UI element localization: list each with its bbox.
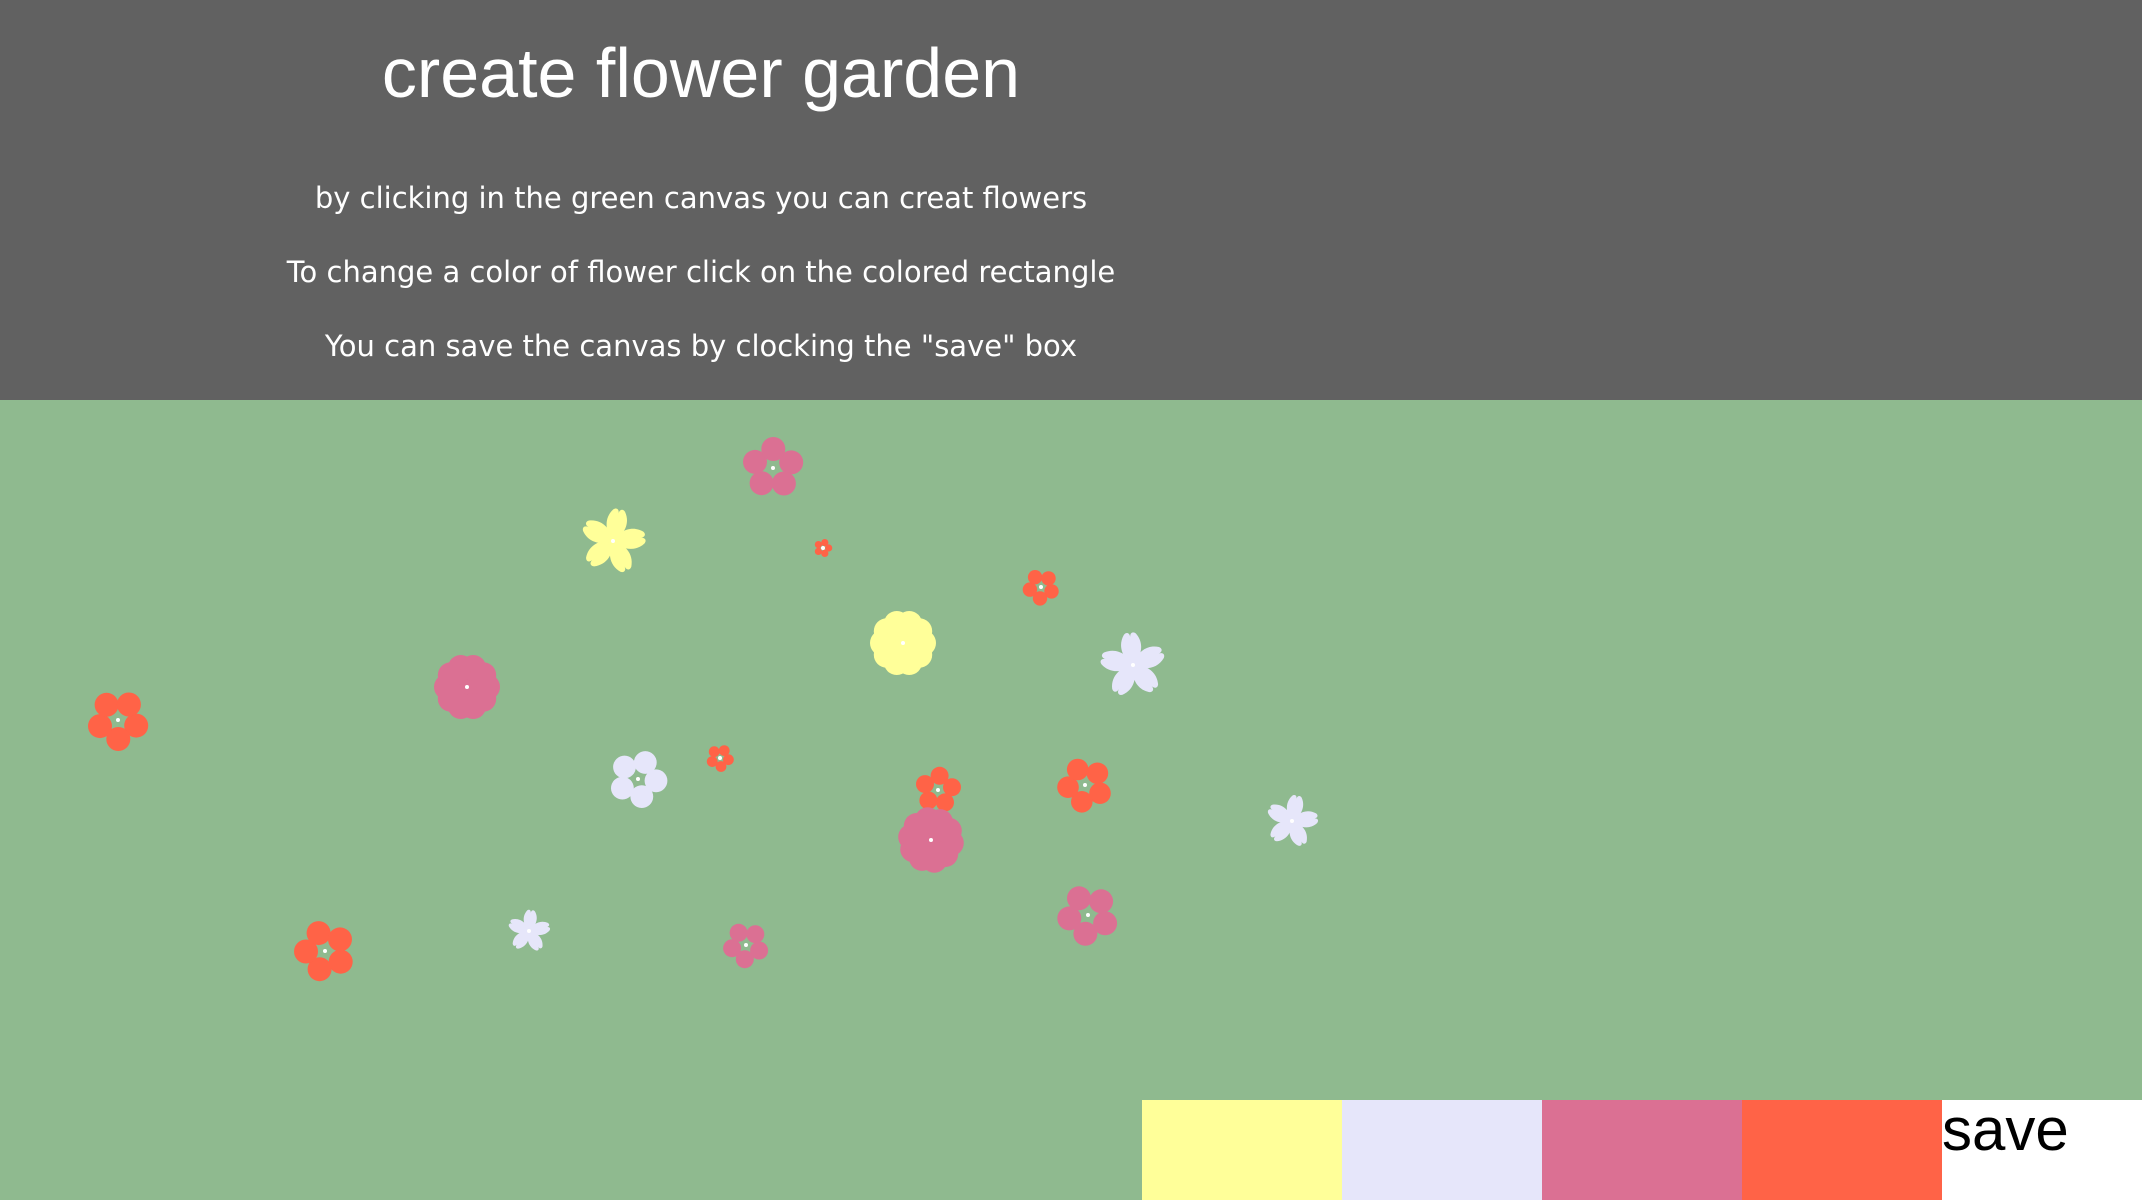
header-panel: create flower garden by clicking in the … — [0, 0, 2142, 400]
flower-center — [1290, 819, 1294, 823]
flower-center — [1131, 663, 1135, 667]
flower — [508, 909, 551, 951]
flower — [1057, 758, 1111, 813]
instruction-save: You can save the canvas by clocking the … — [324, 329, 1078, 363]
flower-center — [1039, 585, 1043, 589]
flower — [743, 437, 804, 496]
instruction-color: To change a color of flower click on the… — [286, 255, 1116, 289]
flower — [898, 807, 964, 873]
flower — [582, 508, 646, 573]
flower-center — [901, 641, 905, 645]
flower — [88, 692, 149, 751]
flower-center — [771, 466, 775, 470]
flower-center — [929, 838, 933, 842]
flower-center — [611, 539, 615, 543]
flower — [434, 655, 500, 719]
color-swatch-yellow[interactable] — [1142, 1100, 1342, 1200]
flower-center — [116, 718, 120, 722]
flower — [870, 611, 936, 675]
flower-center — [323, 949, 327, 953]
flower-center — [936, 788, 940, 792]
flower-center — [1086, 913, 1090, 917]
flower — [814, 539, 833, 557]
flower-center — [821, 546, 825, 550]
flower — [1022, 570, 1059, 606]
flower — [611, 751, 668, 808]
color-swatch-pink[interactable] — [1542, 1100, 1742, 1200]
flower-center — [465, 685, 469, 689]
flower — [916, 766, 961, 812]
flower-center — [527, 929, 531, 933]
flower — [1057, 886, 1118, 946]
color-swatch-tomato[interactable] — [1742, 1100, 1942, 1200]
flower — [1100, 632, 1165, 696]
instruction-create: by clicking in the green canvas you can … — [314, 181, 1088, 215]
garden-canvas[interactable] — [0, 400, 2142, 1100]
flower-center — [744, 943, 748, 947]
garden-canvas-lower[interactable] — [0, 1100, 1142, 1200]
save-button[interactable]: save — [1942, 1100, 2142, 1200]
flower-center — [636, 777, 640, 781]
color-swatch-lavender[interactable] — [1342, 1100, 1542, 1200]
page-title: create flower garden — [381, 34, 1021, 112]
flower — [706, 745, 734, 772]
flower — [723, 923, 769, 969]
flower — [1267, 795, 1319, 846]
flower — [294, 921, 353, 982]
flower-center — [1083, 783, 1087, 787]
save-label: save — [1942, 1096, 2069, 1163]
flower-center — [718, 756, 722, 760]
